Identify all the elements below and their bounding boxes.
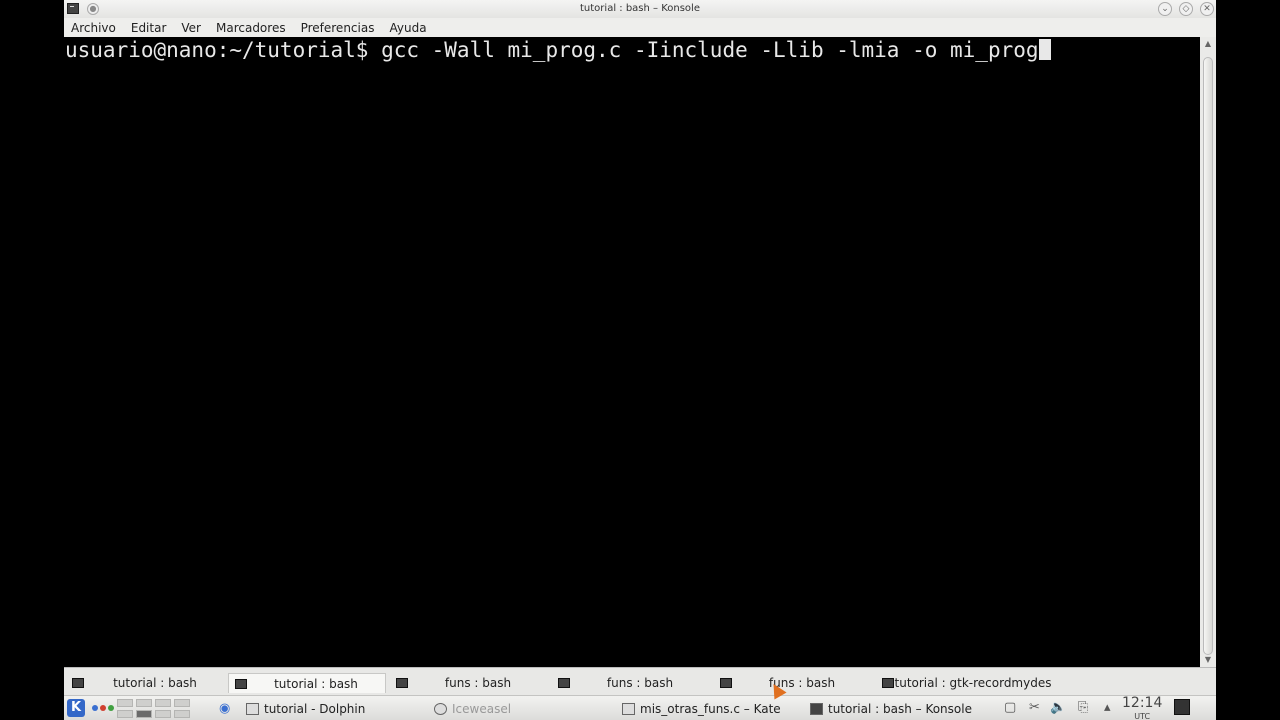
menu-ver[interactable]: Ver (181, 21, 201, 35)
terminal-command: gcc -Wall mi_prog.c -Iinclude -Llib -lmi… (381, 38, 1039, 62)
tab-tutorial-bash-2[interactable]: tutorial : bash (228, 673, 386, 693)
menu-preferencias[interactable]: Preferencias (301, 21, 375, 35)
globe-icon[interactable]: ◉ (219, 701, 230, 716)
scrollbar-thumb[interactable] (1203, 57, 1213, 655)
activity-dots-icon[interactable] (92, 705, 114, 711)
text-cursor (1038, 39, 1051, 60)
menubar: Archivo Editar Ver Marcadores Preferenci… (64, 18, 1216, 37)
folder-icon (246, 702, 259, 715)
terminal-tray-icon[interactable] (1174, 699, 1190, 715)
network-icon[interactable]: ⎘ (1078, 700, 1088, 715)
task-konsole[interactable]: tutorial : bash – Konsole (810, 700, 972, 717)
maximize-icon[interactable]: ◇ (1179, 2, 1193, 16)
terminal-scrollbar[interactable]: ▲ ▼ (1200, 37, 1216, 667)
terminal-icon (72, 678, 84, 688)
terminal-icon (396, 678, 408, 688)
minimize-icon[interactable]: ⌄ (1158, 2, 1172, 16)
volume-icon[interactable]: 🔈 (1050, 700, 1066, 715)
konsole-tabbar: tutorial : bash tutorial : bash funs : b… (64, 667, 1216, 695)
scroll-up-icon[interactable]: ▲ (1200, 38, 1216, 50)
terminal-area[interactable]: usuario@nano:~/tutorial$ gcc -Wall mi_pr… (64, 37, 1200, 667)
tab-gtk-recordmydesktop[interactable]: tutorial : gtk-recordmydes (876, 673, 1052, 693)
task-kate[interactable]: mis_otras_funs.c – Kate (622, 700, 781, 717)
tab-funs-bash-3[interactable]: funs : bash (714, 673, 872, 693)
terminal-icon (558, 678, 570, 688)
editor-icon (622, 702, 635, 715)
terminal-icon (720, 678, 732, 688)
terminal-icon (882, 678, 894, 688)
task-iceweasel[interactable]: Iceweasel (434, 700, 511, 717)
menu-archivo[interactable]: Archivo (71, 21, 116, 35)
scroll-down-icon[interactable]: ▼ (1200, 654, 1216, 666)
terminal-prompt: usuario@nano:~/tutorial$ (65, 38, 382, 62)
clock[interactable]: 12:14 UTC (1122, 696, 1162, 720)
desktop-pager[interactable] (117, 699, 190, 718)
terminal-icon (810, 702, 823, 715)
browser-icon (434, 702, 447, 715)
menu-marcadores[interactable]: Marcadores (216, 21, 286, 35)
menu-editar[interactable]: Editar (131, 21, 167, 35)
menu-ayuda[interactable]: Ayuda (389, 21, 426, 35)
window-list-icon[interactable]: ▢ (1004, 700, 1016, 715)
tab-funs-bash-2[interactable]: funs : bash (552, 673, 710, 693)
tray-expand-icon[interactable]: ▴ (1104, 700, 1111, 715)
close-icon[interactable]: ✕ (1200, 2, 1214, 16)
tab-funs-bash-1[interactable]: funs : bash (390, 673, 548, 693)
desktop-panel: K ◉ tutorial - Dolphin Iceweasel mis_otr… (64, 695, 1216, 720)
task-dolphin[interactable]: tutorial - Dolphin (246, 700, 365, 717)
terminal-icon (235, 679, 247, 689)
scissors-icon[interactable]: ✂ (1029, 700, 1040, 715)
k-menu-icon[interactable]: K (67, 699, 85, 717)
window-titlebar: ● tutorial : bash – Konsole ⌄ ◇ ✕ (64, 0, 1216, 18)
tab-tutorial-bash-1[interactable]: tutorial : bash (66, 673, 226, 693)
window-title: tutorial : bash – Konsole (580, 3, 700, 14)
